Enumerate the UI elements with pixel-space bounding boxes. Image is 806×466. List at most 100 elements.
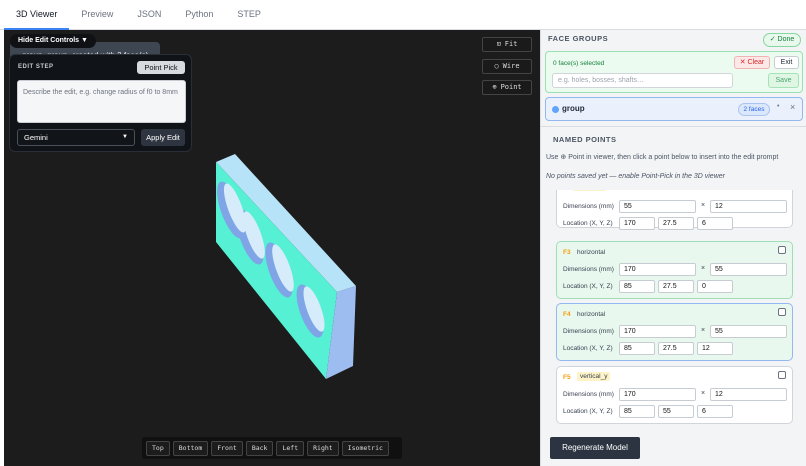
- caret-down-icon: ▼: [81, 37, 88, 44]
- group-face-count-badge: 2 faces: [738, 103, 770, 116]
- face-id: F3: [563, 249, 571, 256]
- edit-prompt-textarea[interactable]: Describe the edit, e.g. change radius of…: [17, 80, 186, 123]
- face-checkbox[interactable]: [778, 371, 786, 379]
- done-button[interactable]: ✓ Done: [763, 33, 801, 47]
- tab-3d-viewer[interactable]: 3D Viewer: [4, 0, 70, 30]
- app-window: 3D Viewer Preview JSON Python STEP EDIT …: [0, 0, 806, 466]
- edit-step-panel: EDIT STEP Point Pick Describe the edit, …: [9, 54, 192, 152]
- dimensions-label: Dimensions (mm): [563, 203, 614, 210]
- location-z-field[interactable]: 6: [697, 217, 733, 230]
- location-x-field[interactable]: 85: [619, 405, 655, 418]
- times-symbol: ×: [701, 390, 706, 397]
- close-icon[interactable]: ×: [790, 102, 795, 112]
- location-y-field[interactable]: 27.5: [658, 280, 694, 293]
- edit-step-title: EDIT STEP: [18, 64, 54, 70]
- dimensions-label: Dimensions (mm): [563, 328, 614, 335]
- side-panel: FACE GROUPS ✓ Done 0 face(s) selected ✕ …: [540, 30, 806, 466]
- face-type: horizontal: [577, 249, 606, 256]
- model-select[interactable]: Gemini ▼: [17, 129, 135, 146]
- fit-label: Fit: [504, 40, 518, 48]
- location-z-field[interactable]: 12: [697, 342, 733, 355]
- face-type: horizontal: [577, 311, 606, 318]
- save-group-button[interactable]: Save: [768, 73, 799, 88]
- clear-button[interactable]: ✕ Clear: [734, 56, 770, 69]
- more-icon[interactable]: •: [777, 103, 779, 110]
- fit-icon: ⊡: [496, 40, 501, 48]
- face-selection-box: 0 face(s) selected ✕ Clear Exit e.g. hol…: [545, 51, 803, 93]
- named-points-heading: NAMED POINTS: [553, 135, 617, 144]
- view-preset-bar: Top Bottom Front Back Left Right Isometr…: [142, 437, 402, 459]
- tab-bar: 3D Viewer Preview JSON Python STEP: [0, 0, 806, 30]
- location-y-field[interactable]: 55: [658, 405, 694, 418]
- named-points-empty: No points saved yet — enable Point-Pick …: [546, 173, 725, 180]
- location-z-field[interactable]: 6: [697, 405, 733, 418]
- point-button[interactable]: ⊕ Point: [482, 80, 532, 95]
- face-card-selected[interactable]: F4 horizontal Dimensions (mm) 170 × 55 L…: [556, 303, 793, 361]
- hide-edit-controls-button[interactable]: Hide Edit Controls ▼: [10, 34, 96, 48]
- location-label: Location (X, Y, Z): [563, 345, 613, 352]
- dimension-2-field[interactable]: 55: [710, 263, 787, 276]
- dimension-1-field[interactable]: 170: [619, 325, 696, 338]
- view-right-button[interactable]: Right: [307, 440, 339, 456]
- tab-python[interactable]: Python: [173, 0, 225, 30]
- dimension-2-field[interactable]: 55: [710, 325, 787, 338]
- view-top-button[interactable]: Top: [146, 440, 170, 456]
- face-groups-heading: FACE GROUPS: [548, 34, 609, 43]
- 3d-viewport[interactable]: group_group, created with 2 face(s) EDIT…: [4, 30, 540, 466]
- location-x-field[interactable]: 170: [619, 217, 655, 230]
- view-front-button[interactable]: Front: [211, 440, 243, 456]
- regenerate-model-button[interactable]: Regenerate Model: [550, 437, 640, 459]
- selected-count: 0 face(s) selected: [553, 60, 605, 67]
- view-left-button[interactable]: Left: [276, 440, 305, 456]
- face-id: F5: [563, 374, 571, 381]
- times-symbol: ×: [701, 202, 706, 209]
- dimensions-label: Dimensions (mm): [563, 266, 614, 273]
- face-group-item[interactable]: group 2 faces • ×: [545, 97, 803, 121]
- group-name: group: [562, 104, 585, 113]
- dimension-2-field[interactable]: 12: [710, 388, 787, 401]
- chevron-down-icon: ▼: [122, 134, 128, 140]
- location-x-field[interactable]: 85: [619, 342, 655, 355]
- model-select-value: Gemini: [24, 133, 48, 142]
- view-back-button[interactable]: Back: [245, 440, 274, 456]
- location-z-field[interactable]: 0: [697, 280, 733, 293]
- view-isometric-button[interactable]: Isometric: [341, 440, 389, 456]
- face-type: vertical_y: [577, 372, 611, 381]
- face-card[interactable]: F3 horizontal Dimensions (mm) 170 × 55 L…: [556, 241, 793, 299]
- wire-icon: ○: [494, 62, 499, 70]
- named-points-help: Use ⊕ Point in viewer, then click a poin…: [546, 154, 779, 161]
- face-checkbox[interactable]: [778, 246, 786, 254]
- wire-button[interactable]: ○ Wire: [482, 59, 532, 74]
- hide-edit-controls-label: Hide Edit Controls: [18, 37, 80, 44]
- tab-preview[interactable]: Preview: [69, 0, 125, 30]
- dimension-1-field[interactable]: 170: [619, 388, 696, 401]
- location-label: Location (X, Y, Z): [563, 283, 613, 290]
- named-points-section: NAMED POINTS Use ⊕ Point in viewer, then…: [541, 126, 806, 190]
- apply-edit-button[interactable]: Apply Edit: [141, 129, 185, 146]
- wire-label: Wire: [502, 62, 520, 70]
- exit-button[interactable]: Exit: [774, 56, 799, 69]
- times-symbol: ×: [701, 265, 706, 272]
- face-id: F4: [563, 311, 571, 318]
- face-checkbox[interactable]: [778, 308, 786, 316]
- tab-step[interactable]: STEP: [225, 0, 273, 30]
- times-symbol: ×: [701, 327, 706, 334]
- fit-button[interactable]: ⊡ Fit: [482, 37, 532, 52]
- group-name-input[interactable]: e.g. holes, bosses, shafts…: [552, 73, 733, 88]
- dimension-1-field[interactable]: 55: [619, 200, 696, 213]
- point-label: Point: [500, 83, 522, 91]
- group-color-dot: [552, 106, 559, 113]
- dimension-2-field[interactable]: 12: [710, 200, 787, 213]
- face-card[interactable]: F5 vertical_y Dimensions (mm) 170 × 12 L…: [556, 366, 793, 424]
- view-bottom-button[interactable]: Bottom: [172, 440, 209, 456]
- location-label: Location (X, Y, Z): [563, 408, 613, 415]
- point-pick-button[interactable]: Point Pick: [137, 61, 185, 74]
- crosshair-icon: ⊕: [492, 83, 497, 91]
- dimensions-label: Dimensions (mm): [563, 391, 614, 398]
- location-label: Location (X, Y, Z): [563, 220, 613, 227]
- location-x-field[interactable]: 85: [619, 280, 655, 293]
- location-y-field[interactable]: 27.5: [658, 217, 694, 230]
- tab-json[interactable]: JSON: [125, 0, 173, 30]
- location-y-field[interactable]: 27.5: [658, 342, 694, 355]
- dimension-1-field[interactable]: 170: [619, 263, 696, 276]
